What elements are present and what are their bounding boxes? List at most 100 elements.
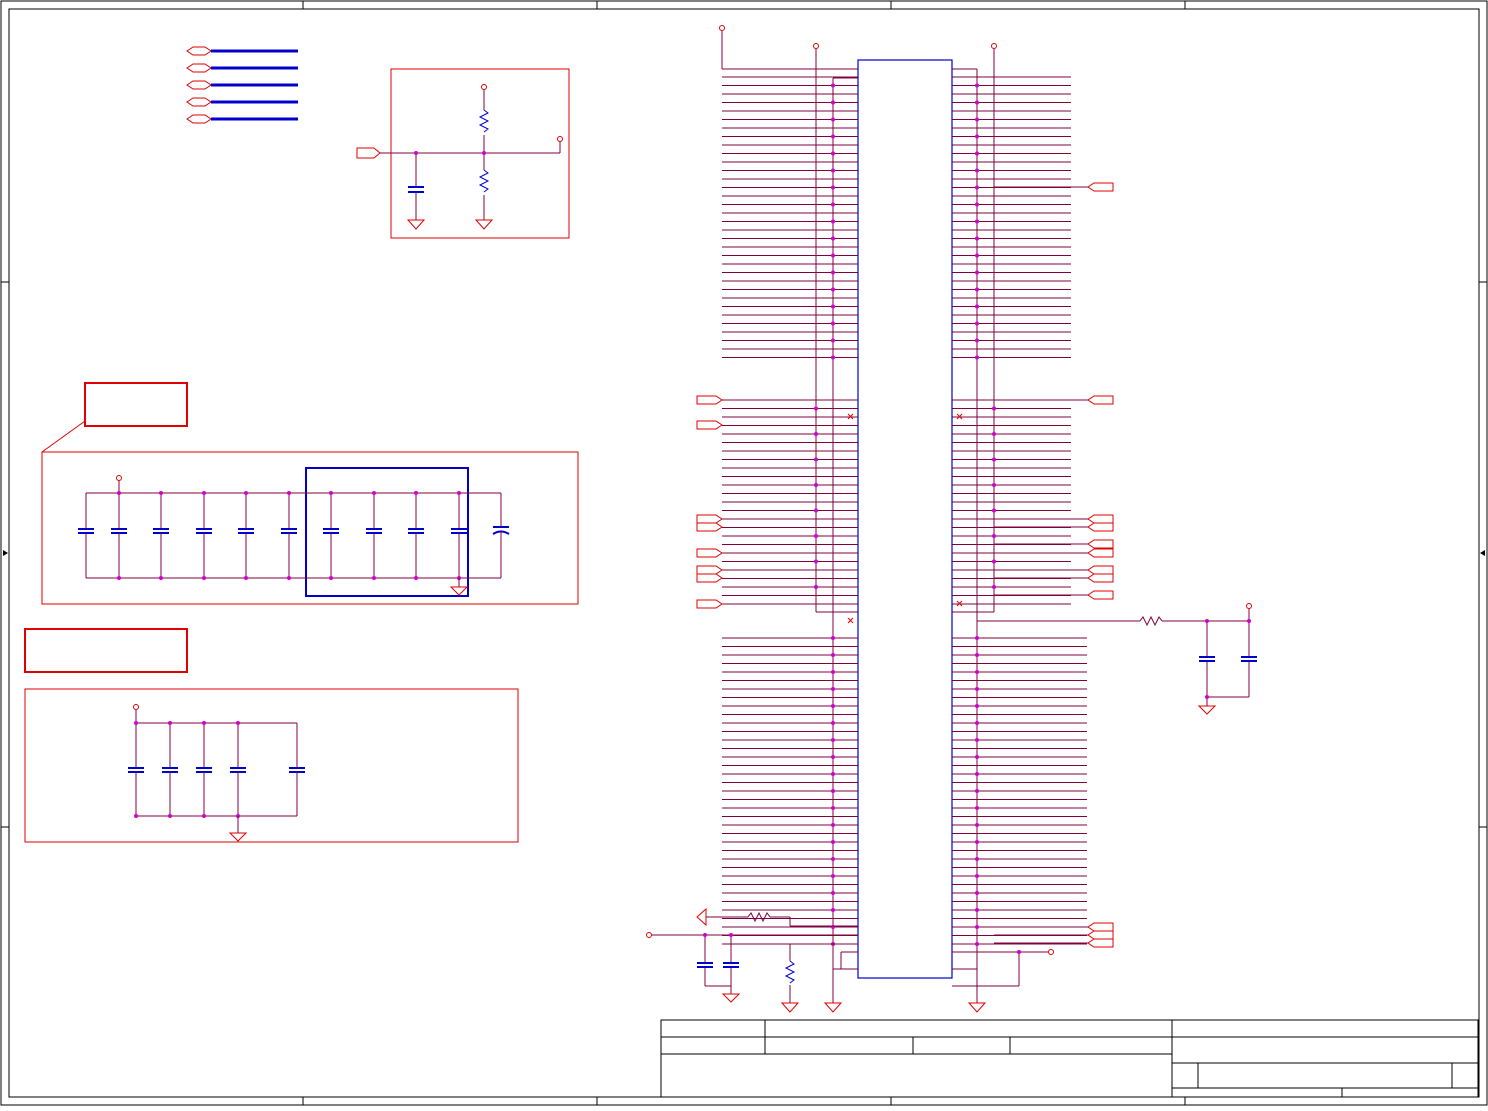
junction-dot	[992, 457, 996, 462]
off-sheet-port	[1087, 514, 1114, 524]
junction-dot	[975, 202, 979, 207]
junction-dot	[975, 185, 979, 190]
junction-dot	[414, 491, 418, 495]
off-sheet-port	[1087, 922, 1114, 932]
junction-dot	[814, 483, 818, 487]
bus-port	[186, 63, 212, 73]
junction-dot	[975, 704, 979, 708]
junction-dot	[168, 814, 172, 818]
bus-port	[186, 80, 212, 90]
junction-dot	[975, 840, 979, 844]
off-sheet-port	[1087, 930, 1114, 940]
off-sheet-port	[696, 395, 723, 405]
capacitor	[289, 723, 305, 816]
junction-dot	[831, 134, 835, 139]
capacitor	[238, 493, 254, 578]
junction-dot	[134, 721, 138, 725]
bulk-cap-bank	[24, 628, 519, 843]
junction-dot	[244, 491, 248, 495]
capacitor	[323, 493, 339, 578]
junction-dot	[975, 942, 979, 946]
junction-dot	[202, 721, 206, 725]
junction-dot	[831, 151, 835, 156]
junction-dot	[159, 491, 163, 495]
junction-dot	[814, 432, 818, 436]
junction-dot	[831, 908, 835, 912]
junction-dot	[992, 483, 996, 487]
junction-dot	[831, 185, 835, 190]
junction-dot	[831, 653, 835, 657]
off-sheet-port	[1087, 182, 1114, 192]
capacitor	[492, 493, 510, 578]
junction-dot	[992, 406, 996, 411]
junction-dot	[975, 338, 979, 343]
lower-support-circuits	[646, 907, 1054, 1013]
junction-dot	[814, 406, 818, 411]
junction-dot	[831, 755, 835, 759]
bus-port	[186, 114, 212, 124]
junction-dot	[975, 304, 979, 309]
off-sheet-port	[1087, 590, 1114, 600]
junction-dot	[831, 287, 835, 292]
capacitor	[128, 723, 144, 816]
junction-dot	[975, 721, 979, 725]
capacitor	[451, 493, 467, 578]
junction-dot	[831, 168, 835, 173]
capacitor	[366, 493, 382, 578]
junction-dot	[287, 576, 291, 580]
capacitor	[162, 723, 178, 816]
capacitor	[111, 493, 127, 578]
junction-dot	[814, 534, 818, 538]
junction-dot	[814, 457, 818, 462]
junction-dot	[831, 117, 835, 122]
junction-dot	[814, 508, 818, 513]
junction-dot	[159, 576, 163, 580]
off-sheet-port	[696, 514, 723, 524]
junction-dot	[975, 219, 979, 224]
junction-dot	[831, 823, 835, 827]
junction-dot	[831, 891, 835, 895]
junction-dot	[975, 806, 979, 810]
junction-dot	[117, 491, 121, 495]
junction-dot	[831, 738, 835, 742]
junction-dot	[975, 925, 979, 929]
junction-dot	[202, 576, 206, 580]
bus-port	[186, 46, 212, 56]
junction-dot	[975, 151, 979, 156]
junction-dot	[831, 670, 835, 674]
off-sheet-port	[1087, 938, 1114, 948]
bus-connector	[186, 46, 298, 124]
off-sheet-port	[696, 573, 723, 583]
junction-dot	[831, 806, 835, 810]
junction-dot	[975, 168, 979, 173]
junction-dot	[975, 321, 979, 326]
off-sheet-port	[1087, 522, 1114, 532]
off-sheet-port	[696, 420, 723, 430]
off-sheet-port	[1087, 539, 1114, 549]
junction-dot	[975, 755, 979, 759]
junction-dot	[831, 857, 835, 861]
capacitor	[408, 493, 424, 578]
ic-connector	[696, 25, 1114, 1013]
junction-dot	[992, 585, 996, 589]
junction-dot	[992, 559, 996, 564]
junction-dot	[992, 534, 996, 538]
capacitor	[153, 493, 169, 578]
junction-dot	[975, 83, 979, 88]
off-sheet-port	[1087, 395, 1114, 405]
off-sheet-port	[696, 522, 723, 532]
junction-dot	[287, 491, 291, 495]
capacitor	[281, 493, 297, 578]
capacitor	[196, 723, 212, 816]
junction-dot	[831, 202, 835, 207]
junction-dot	[975, 687, 979, 691]
junction-dot	[975, 738, 979, 742]
capacitor	[230, 723, 246, 816]
off-sheet-port	[696, 548, 723, 558]
junction-dot	[975, 891, 979, 895]
junction-dot	[975, 270, 979, 275]
junction-dot	[831, 236, 835, 241]
junction-dot	[831, 772, 835, 776]
off-sheet-port	[696, 565, 723, 575]
junction-dot	[329, 576, 333, 580]
